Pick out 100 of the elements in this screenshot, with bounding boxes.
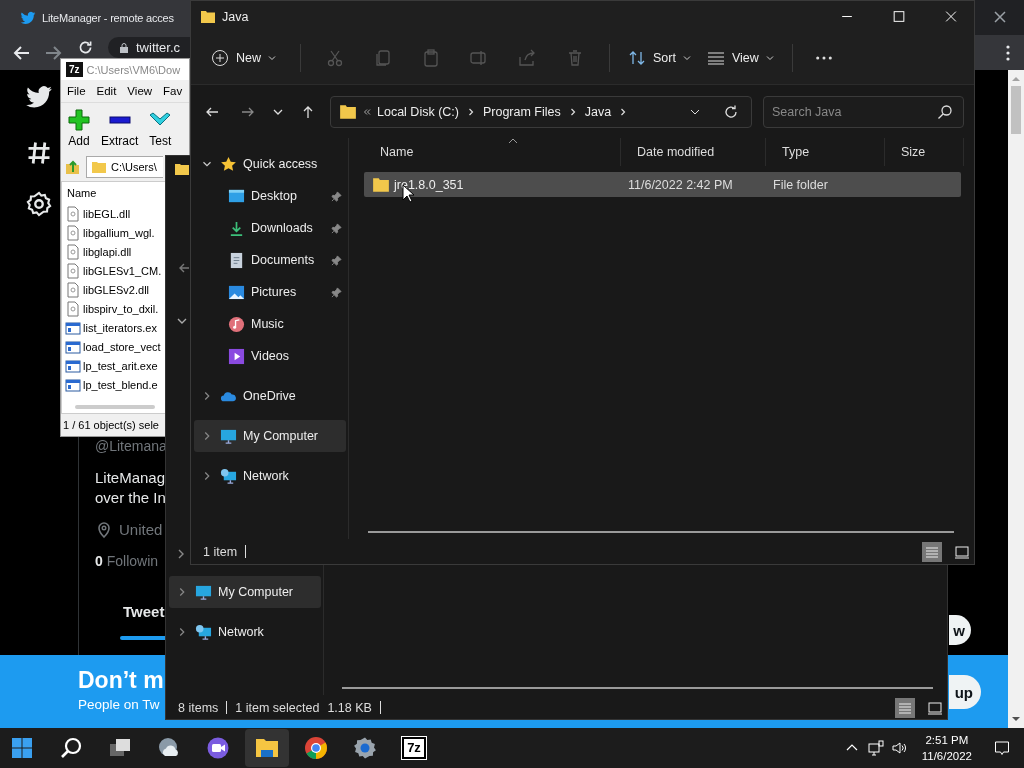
file-row[interactable]: libspirv_to_dxil.	[65, 299, 165, 318]
selection-info: 1 item selected	[235, 700, 320, 715]
file-row[interactable]: libglapi.dll	[65, 242, 165, 261]
document-icon	[65, 300, 81, 317]
sidebar-item[interactable]: Documents	[194, 244, 346, 276]
folder-icon	[255, 736, 279, 760]
settings-icon[interactable]	[25, 190, 53, 218]
new-button[interactable]: New	[203, 43, 284, 73]
reload-icon[interactable]	[77, 39, 94, 56]
close-icon[interactable]	[992, 9, 1008, 25]
sort-button[interactable]: Sort	[620, 43, 699, 73]
breadcrumb-item[interactable]: Java	[584, 104, 612, 119]
more-icon[interactable]	[814, 56, 833, 60]
chevron-icon[interactable]	[568, 107, 577, 116]
sidebar-item[interactable]: Quick access	[194, 148, 346, 180]
following-link[interactable]: 0 Followin	[95, 551, 159, 571]
sort-caret-icon	[508, 138, 518, 144]
sidebar-item[interactable]: Desktop	[194, 180, 346, 212]
window-icon	[65, 319, 81, 336]
browser-icon	[304, 736, 328, 760]
sidebar-item[interactable]: OneDrive	[194, 380, 346, 412]
network-icon[interactable]	[867, 740, 884, 756]
scrollbar[interactable]	[342, 687, 933, 689]
details-view-icon[interactable]	[922, 541, 942, 562]
toolbar-button[interactable]: Test	[146, 106, 175, 150]
file-row[interactable]: libGLESv2.dll	[65, 280, 165, 299]
file-row[interactable]: lp_test_arit.exe	[65, 356, 165, 375]
taskbar-button[interactable]: 7z	[392, 729, 436, 767]
scrollbar[interactable]	[1008, 70, 1024, 728]
scrollbar[interactable]	[368, 531, 954, 533]
column-header[interactable]: Name	[364, 138, 621, 166]
sidebar-item[interactable]: Network	[169, 616, 321, 648]
column-header[interactable]: Type	[766, 138, 885, 166]
document-icon	[65, 243, 81, 260]
signup-button[interactable]: up	[949, 675, 981, 709]
notification-icon[interactable]	[994, 740, 1010, 756]
document-icon	[228, 251, 245, 269]
list-icon	[706, 49, 725, 67]
sidebar-item[interactable]: Network	[194, 460, 346, 492]
menu-item[interactable]: File	[67, 85, 86, 97]
address-bar[interactable]: Local Disk (C:) Program Files Java	[330, 95, 752, 128]
app-logo: 7z	[66, 62, 83, 77]
chevron-icon[interactable]	[466, 107, 475, 116]
search-icon[interactable]	[937, 103, 953, 120]
menu-icon[interactable]	[1006, 45, 1010, 61]
path-field[interactable]: C:\Users\	[86, 156, 163, 178]
taskbar-button[interactable]	[245, 729, 289, 767]
sidebar-item[interactable]: Music	[194, 308, 346, 340]
folder-icon	[339, 102, 357, 121]
pin-icon[interactable]	[331, 190, 342, 202]
item-count: 8 items	[178, 700, 219, 715]
file-row[interactable]: lp_test_blend.e	[65, 375, 165, 394]
file-row[interactable]: list_iterators.ex	[65, 318, 165, 337]
menu-item[interactable]: View	[127, 85, 153, 97]
breadcrumb-item[interactable]: Program Files	[482, 104, 561, 119]
scroll-thumb[interactable]	[1011, 86, 1021, 134]
folder-up-icon[interactable]	[64, 158, 82, 176]
menu-item[interactable]: Edit	[96, 85, 117, 97]
sort-icon	[628, 49, 646, 67]
volume-icon[interactable]	[891, 740, 908, 756]
pin-icon[interactable]	[331, 286, 342, 298]
file-row[interactable]: libEGL.dll	[65, 204, 165, 223]
pin-icon[interactable]	[331, 222, 342, 234]
profile-location: United	[119, 520, 163, 540]
chevron-icon[interactable]	[619, 107, 628, 116]
profile-tab[interactable]: Tweet	[123, 601, 165, 623]
column-header[interactable]: Name	[65, 182, 165, 204]
scrollbar[interactable]	[75, 405, 155, 409]
details-view-icon[interactable]	[895, 697, 915, 718]
browser-tab[interactable]: LiteManager - remote acces	[0, 0, 190, 35]
clock[interactable]: 2:51 PM 11/6/2022	[921, 732, 972, 764]
breadcrumb-item[interactable]: Local Disk (C:)	[377, 104, 459, 119]
overflow-icon[interactable]	[363, 107, 371, 116]
file-row[interactable]: libgallium_wgl.	[65, 223, 165, 242]
search-field[interactable]: Search Java	[763, 95, 964, 128]
file-row[interactable]: load_store_vect	[65, 337, 165, 356]
column-header[interactable]: Date modified	[621, 138, 766, 166]
file-row[interactable]: libGLESv1_CM.	[65, 261, 165, 280]
menu-item[interactable]: Fav	[163, 85, 183, 97]
profile-bio: LiteManag	[95, 468, 166, 488]
sidebar-item[interactable]: Videos	[194, 340, 346, 372]
column-header[interactable]: Size	[885, 138, 964, 166]
refresh-icon[interactable]	[723, 103, 739, 120]
toolbar-button[interactable]: Extract	[99, 106, 141, 150]
sidebar-item[interactable]: My Computer	[169, 576, 321, 608]
search-icon	[59, 736, 83, 760]
sidebar-item[interactable]: Downloads	[194, 212, 346, 244]
view-button[interactable]: View	[698, 43, 782, 73]
window-title: Java	[222, 9, 249, 24]
file-row[interactable]: jre1.8.0_351 11/6/2022 2:42 PM File folder	[364, 172, 961, 197]
sidebar-item[interactable]: My Computer	[194, 420, 346, 452]
toolbar-button[interactable]: Add	[65, 106, 93, 150]
scroll-down-icon[interactable]	[1011, 716, 1021, 722]
folder-icon	[174, 161, 190, 177]
pin-icon[interactable]	[331, 254, 342, 266]
network-icon	[195, 623, 212, 641]
address-field[interactable]: twitter.c	[108, 37, 190, 58]
caret-icon	[682, 54, 691, 62]
sidebar-item[interactable]: Pictures	[194, 276, 346, 308]
follow-button[interactable]: w	[949, 615, 971, 645]
